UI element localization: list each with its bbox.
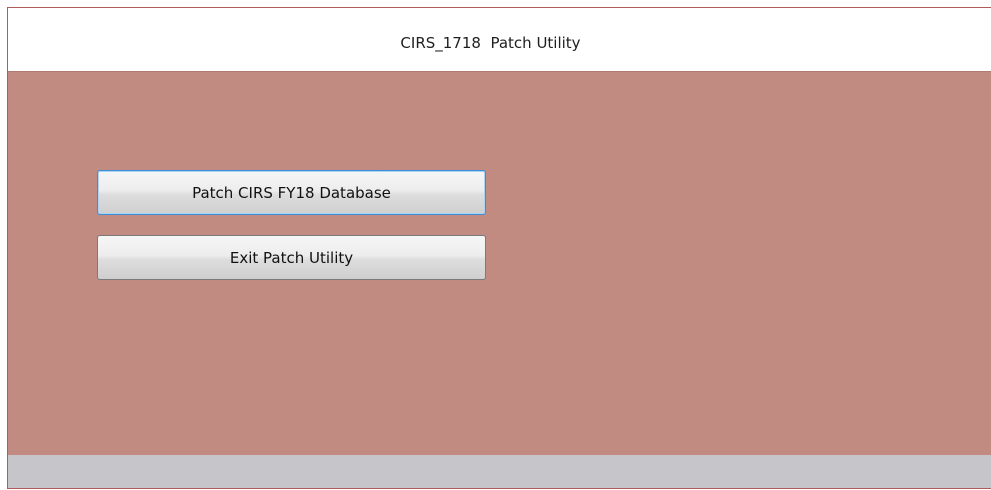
patch-database-button-label: Patch CIRS FY18 Database: [192, 183, 391, 202]
title-bar[interactable]: CIRS_1718 Patch Utility: [8, 8, 991, 72]
patch-database-button[interactable]: Patch CIRS FY18 Database: [97, 170, 486, 215]
status-bar: [8, 455, 991, 488]
exit-utility-button-label: Exit Patch Utility: [229, 248, 354, 267]
client-area: Patch CIRS FY18 Database Exit Patch Util…: [8, 72, 991, 455]
exit-utility-button[interactable]: Exit Patch Utility: [97, 235, 486, 280]
patch-utility-window: CIRS_1718 Patch Utility Patch CIRS FY18 …: [7, 7, 991, 489]
window-title: CIRS_1718 Patch Utility: [400, 34, 581, 52]
